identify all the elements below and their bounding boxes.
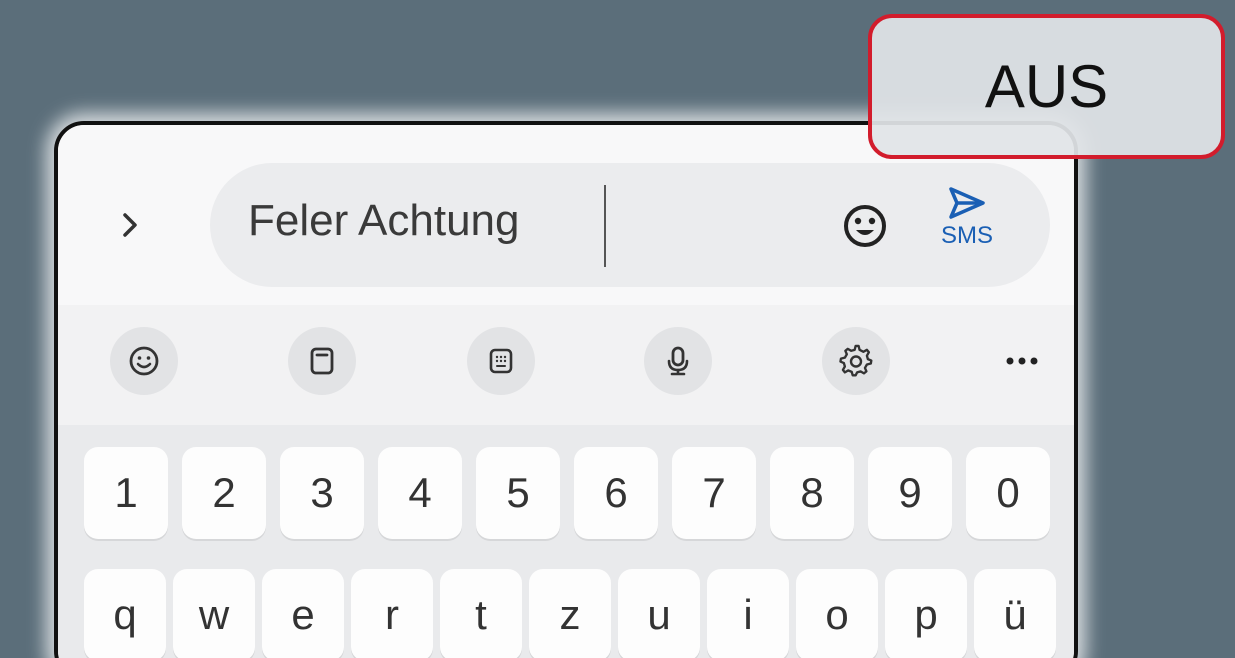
key-t[interactable]: t — [440, 569, 522, 658]
key-4[interactable]: 4 — [378, 447, 462, 539]
key-o[interactable]: o — [796, 569, 878, 658]
send-label: SMS — [940, 222, 993, 249]
key-z[interactable]: z — [529, 569, 611, 658]
message-input[interactable]: Feler Achtung SMS — [210, 163, 1050, 287]
toolbar-settings-button[interactable] — [822, 327, 890, 395]
keyboard-toolbar — [58, 305, 1074, 425]
key-5[interactable]: 5 — [476, 447, 560, 539]
message-input-value: Feler Achtung — [248, 196, 520, 245]
key-8[interactable]: 8 — [770, 447, 854, 539]
key-i[interactable]: i — [707, 569, 789, 658]
toolbar-voice-input-button[interactable] — [644, 327, 712, 395]
emoji-icon — [129, 346, 159, 376]
keyboard-keys: 1 2 3 4 5 6 7 8 9 0 q w e r t z u i o p … — [58, 425, 1074, 658]
smiley-icon — [844, 205, 886, 247]
clipboard-icon — [310, 347, 334, 375]
toolbar-clipboard-button[interactable] — [288, 327, 356, 395]
toolbar-keypad-button[interactable] — [467, 327, 535, 395]
key-0[interactable]: 0 — [966, 447, 1050, 539]
status-badge: AUS — [868, 14, 1225, 159]
key-1[interactable]: 1 — [84, 447, 168, 539]
key-q[interactable]: q — [84, 569, 166, 658]
text-caret — [604, 185, 606, 267]
toolbar-emoji-button[interactable] — [110, 327, 178, 395]
key-p[interactable]: p — [885, 569, 967, 658]
key-u[interactable]: u — [618, 569, 700, 658]
key-3[interactable]: 3 — [280, 447, 364, 539]
microphone-icon — [667, 346, 689, 376]
key-2[interactable]: 2 — [182, 447, 266, 539]
send-sms-button[interactable]: SMS — [922, 183, 1012, 273]
key-6[interactable]: 6 — [574, 447, 658, 539]
toolbar-more-button[interactable] — [988, 327, 1056, 395]
send-arrow-icon — [949, 187, 985, 219]
key-w[interactable]: w — [173, 569, 255, 658]
chevron-right-icon — [123, 213, 137, 237]
phone-screen: Feler Achtung SMS 1 2 3 4 5 6 7 8 9 0 q … — [54, 121, 1078, 658]
emoji-button[interactable] — [838, 199, 892, 253]
key-r[interactable]: r — [351, 569, 433, 658]
keypad-icon — [489, 348, 513, 374]
key-9[interactable]: 9 — [868, 447, 952, 539]
more-icon — [1006, 357, 1038, 365]
key-e[interactable]: e — [262, 569, 344, 658]
key-u-umlaut[interactable]: ü — [974, 569, 1056, 658]
expand-button[interactable] — [110, 205, 150, 245]
key-7[interactable]: 7 — [672, 447, 756, 539]
settings-gear-icon — [839, 344, 873, 377]
